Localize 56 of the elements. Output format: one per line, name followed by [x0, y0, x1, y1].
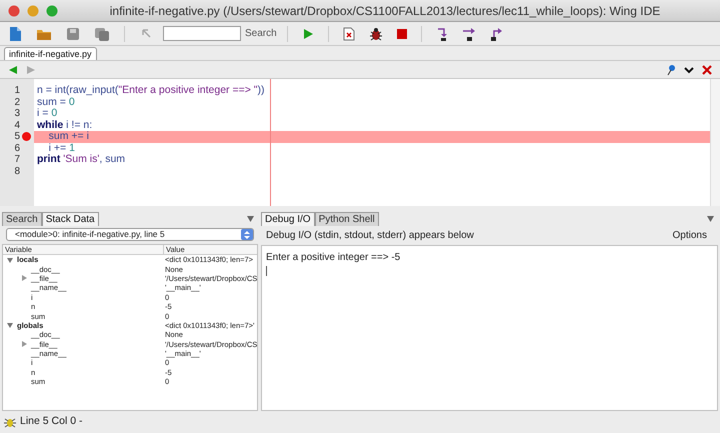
stepper-arrows-icon[interactable] — [241, 229, 253, 240]
chevron-down-icon[interactable] — [684, 66, 694, 74]
line-number: 6 — [14, 142, 20, 154]
run-icon[interactable] — [302, 28, 314, 40]
options-menu[interactable]: Options — [672, 228, 707, 243]
search-label: Search — [245, 27, 277, 41]
breakpoint-icon[interactable] — [22, 132, 31, 142]
bug-icon — [4, 416, 16, 428]
back-icon[interactable] — [8, 64, 18, 74]
panel-tab[interactable]: Debug I/O — [261, 212, 315, 226]
close-icon[interactable] — [8, 4, 20, 16]
save-icon[interactable] — [66, 26, 80, 40]
line-number: 7 — [14, 154, 20, 166]
step-into-icon[interactable] — [436, 26, 448, 40]
line-number: 5 — [14, 131, 20, 142]
line-number: 8 — [14, 166, 20, 177]
code-line: n = int(raw_input("Enter a positive integer ==> ")) — [36, 85, 265, 96]
scrollbar[interactable] — [710, 79, 720, 206]
line-number: 1 — [14, 85, 20, 96]
code-line: while i != n: — [36, 120, 92, 131]
code-line: sum += i — [48, 131, 89, 142]
window-title: infinite-if-negative.py (/Users/stewart/Dropbox/CS1100FALL2013/lectures/lec11_while_loops): Wing IDE — [108, 2, 662, 20]
line-number: 2 — [14, 96, 20, 108]
step-over-icon[interactable] — [462, 26, 476, 40]
line-number: 3 — [14, 108, 20, 120]
editor-tab[interactable]: infinite-if-negative.py — [4, 47, 97, 60]
line-number: 4 — [14, 120, 20, 131]
code-line: i = 0 — [36, 108, 58, 120]
bug-icon[interactable] — [368, 26, 383, 40]
collapsed-triangle-icon[interactable] — [21, 275, 27, 282]
new-file-icon[interactable] — [8, 26, 22, 42]
forward-icon[interactable] — [26, 64, 36, 74]
zoom-icon[interactable] — [46, 4, 58, 16]
collapsed-triangle-icon[interactable] — [21, 341, 27, 348]
io-output-area[interactable]: Enter a positive integer ==> -5 — [261, 245, 718, 411]
panel-tab[interactable]: Search — [2, 212, 42, 226]
panel-tab[interactable]: Stack Data — [42, 212, 99, 226]
dropdown-arrow-icon[interactable] — [707, 216, 714, 222]
status-text: Line 5 Col 0 - — [20, 414, 82, 430]
io-output-text: Enter a positive integer ==> -5 — [266, 251, 400, 265]
document-x-icon[interactable] — [342, 26, 355, 40]
save-all-icon[interactable] — [94, 26, 110, 40]
search-field[interactable] — [163, 26, 241, 41]
stop-icon[interactable] — [396, 28, 407, 38]
code-line: print 'Sum is', sum — [36, 154, 126, 166]
stack-frame-dropdown[interactable]: <module>0: infinite-if-negative.py, line 5 — [6, 228, 254, 241]
panel-tab[interactable]: Python Shell — [314, 212, 379, 226]
expanded-triangle-icon[interactable] — [7, 322, 13, 328]
expanded-triangle-icon[interactable] — [7, 256, 13, 263]
step-out-icon[interactable] — [490, 26, 502, 40]
pin-icon[interactable] — [666, 64, 676, 76]
code-line: i += 1 — [48, 142, 75, 154]
dropdown-arrow-icon[interactable] — [247, 216, 254, 222]
io-header-text: Debug I/O (stdin, stdout, stderr) appears below — [266, 229, 474, 243]
code-line: sum = 0 — [36, 96, 75, 108]
close-icon[interactable] — [702, 64, 712, 74]
